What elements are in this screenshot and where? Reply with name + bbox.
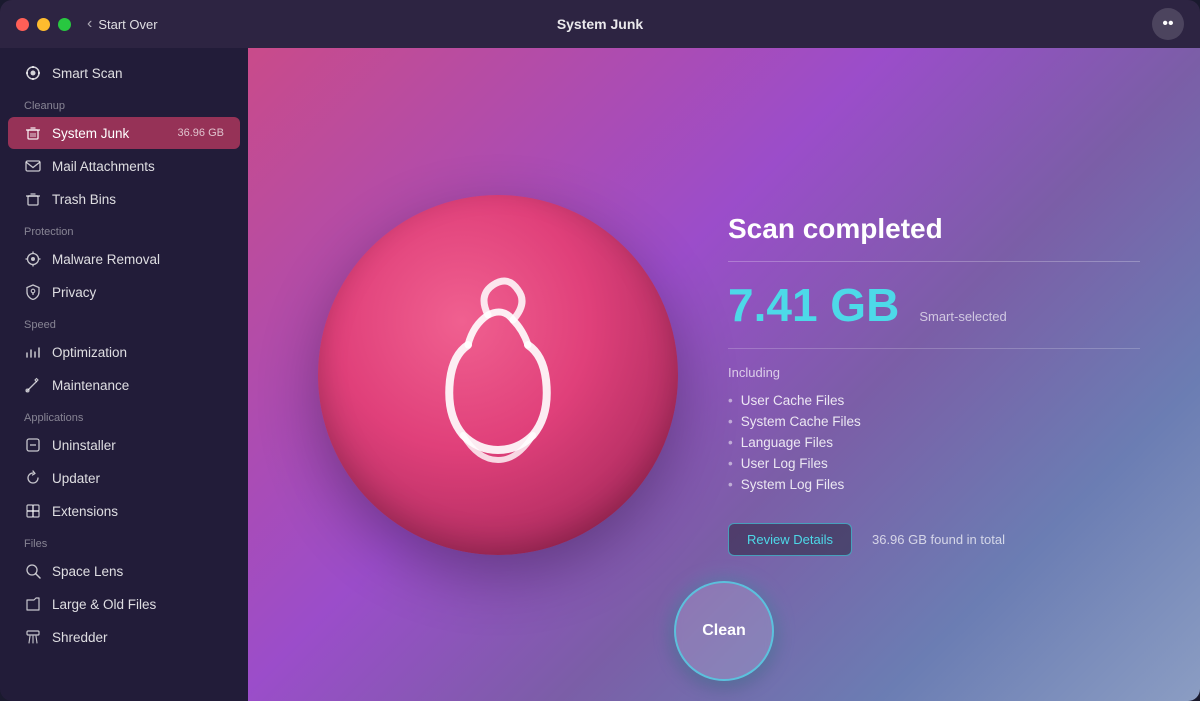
system-junk-label: System Junk: [52, 126, 129, 141]
sidebar-item-system-junk[interactable]: System Junk 36.96 GB: [8, 117, 240, 149]
junk-illustration: [318, 195, 678, 555]
found-total-label: 36.96 GB found in total: [872, 532, 1005, 547]
large-old-files-label: Large & Old Files: [52, 597, 156, 612]
chevron-left-icon: ‹: [87, 15, 92, 33]
smart-scan-label: Smart Scan: [52, 66, 123, 81]
extensions-label: Extensions: [52, 504, 118, 519]
sidebar-item-updater[interactable]: Updater: [8, 462, 240, 494]
sidebar-item-optimization[interactable]: Optimization: [8, 336, 240, 368]
privacy-icon: [24, 283, 42, 301]
sidebar-item-extensions[interactable]: Extensions: [8, 495, 240, 527]
info-panel: Scan completed 7.41 GB Smart-selected In…: [728, 193, 1140, 556]
updater-icon: [24, 469, 42, 487]
maximize-button[interactable]: [58, 18, 71, 31]
dots-icon: ••: [1162, 15, 1173, 33]
minimize-button[interactable]: [37, 18, 50, 31]
space-lens-icon: [24, 562, 42, 580]
list-item: Language Files: [728, 432, 1140, 453]
shredder-label: Shredder: [52, 630, 108, 645]
settings-button[interactable]: ••: [1152, 8, 1184, 40]
system-junk-badge: 36.96 GB: [178, 127, 224, 139]
close-button[interactable]: [16, 18, 29, 31]
window-title: System Junk: [557, 16, 643, 32]
clean-btn-area: Clean: [674, 581, 774, 701]
smart-selected-label: Smart-selected: [919, 309, 1006, 324]
privacy-label: Privacy: [52, 285, 96, 300]
main-content: Smart Scan Cleanup System Junk 36.96: [0, 48, 1200, 701]
start-over-label: Start Over: [98, 17, 157, 32]
app-window: ‹ Start Over System Junk ••: [0, 0, 1200, 701]
mail-icon: [24, 157, 42, 175]
title-bar-right: ••: [1152, 8, 1184, 40]
title-bar: ‹ Start Over System Junk ••: [0, 0, 1200, 48]
sidebar-item-large-old-files[interactable]: Large & Old Files: [8, 588, 240, 620]
including-label: Including: [728, 365, 1140, 380]
smart-scan-icon: [24, 64, 42, 82]
section-cleanup: Cleanup: [0, 90, 248, 116]
section-files: Files: [0, 528, 248, 554]
uninstaller-label: Uninstaller: [52, 438, 116, 453]
trash-bins-label: Trash Bins: [52, 192, 116, 207]
sidebar-item-privacy[interactable]: Privacy: [8, 276, 240, 308]
divider-1: [728, 261, 1140, 262]
updater-label: Updater: [52, 471, 100, 486]
sidebar-item-maintenance[interactable]: Maintenance: [8, 369, 240, 401]
illustration-area: [308, 195, 688, 555]
space-lens-label: Space Lens: [52, 564, 123, 579]
main-panel: Scan completed 7.41 GB Smart-selected In…: [248, 48, 1200, 701]
scan-completed-title: Scan completed: [728, 213, 1140, 245]
divider-2: [728, 348, 1140, 349]
mail-attachments-label: Mail Attachments: [52, 159, 155, 174]
malware-removal-label: Malware Removal: [52, 252, 160, 267]
section-protection: Protection: [0, 216, 248, 242]
review-details-button[interactable]: Review Details: [728, 523, 852, 556]
sidebar-item-smart-scan[interactable]: Smart Scan: [8, 57, 240, 89]
sidebar-item-trash-bins[interactable]: Trash Bins: [8, 183, 240, 215]
maintenance-label: Maintenance: [52, 378, 129, 393]
extensions-icon: [24, 502, 42, 520]
size-row: 7.41 GB Smart-selected: [728, 278, 1140, 332]
list-item: User Cache Files: [728, 390, 1140, 411]
sidebar-item-mail-attachments[interactable]: Mail Attachments: [8, 150, 240, 182]
uninstaller-icon: [24, 436, 42, 454]
file-list: User Cache Files System Cache Files Lang…: [728, 390, 1140, 495]
back-nav[interactable]: ‹ Start Over: [87, 15, 158, 33]
window-controls: [16, 18, 71, 31]
maintenance-icon: [24, 376, 42, 394]
size-value: 7.41 GB: [728, 278, 899, 332]
sidebar-item-uninstaller[interactable]: Uninstaller: [8, 429, 240, 461]
optimization-label: Optimization: [52, 345, 127, 360]
malware-icon: [24, 250, 42, 268]
clean-button[interactable]: Clean: [674, 581, 774, 681]
section-speed: Speed: [0, 309, 248, 335]
junk-icon-svg: [388, 265, 608, 485]
list-item: System Cache Files: [728, 411, 1140, 432]
system-junk-icon: [24, 124, 42, 142]
section-applications: Applications: [0, 402, 248, 428]
sidebar-item-shredder[interactable]: Shredder: [8, 621, 240, 653]
sidebar-item-space-lens[interactable]: Space Lens: [8, 555, 240, 587]
optimization-icon: [24, 343, 42, 361]
sidebar: Smart Scan Cleanup System Junk 36.96: [0, 48, 248, 701]
list-item: User Log Files: [728, 453, 1140, 474]
shredder-icon: [24, 628, 42, 646]
trash-icon: [24, 190, 42, 208]
large-files-icon: [24, 595, 42, 613]
list-item: System Log Files: [728, 474, 1140, 495]
action-row: Review Details 36.96 GB found in total: [728, 523, 1140, 556]
sidebar-item-malware-removal[interactable]: Malware Removal: [8, 243, 240, 275]
